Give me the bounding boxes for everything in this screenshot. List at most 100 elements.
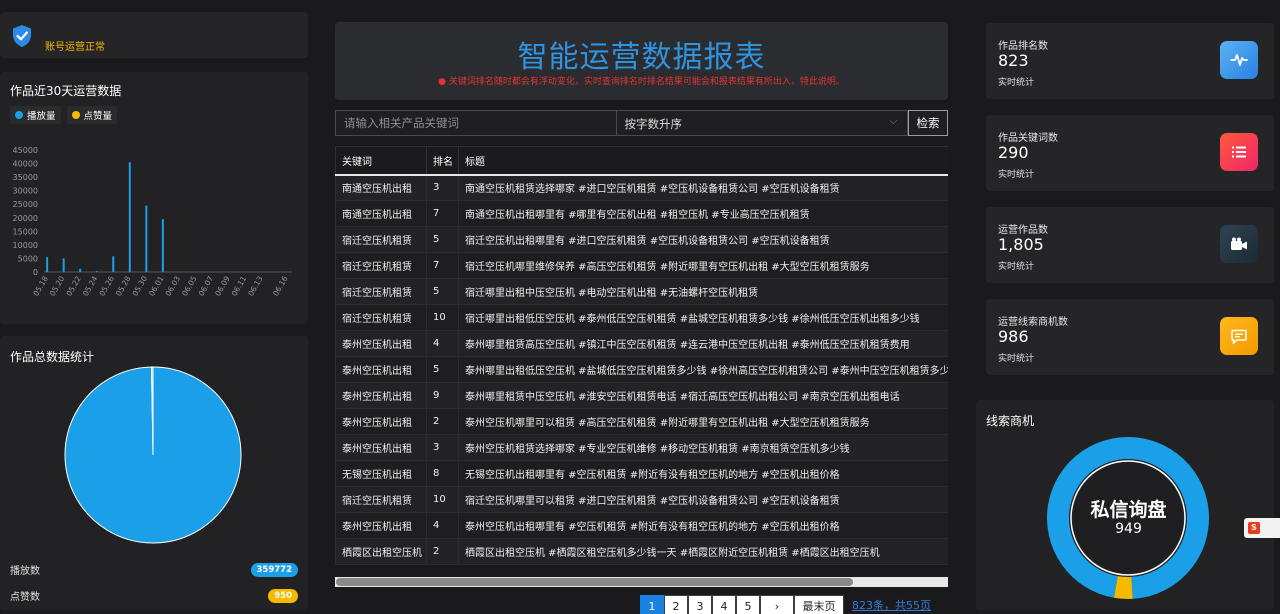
kpi-value: 1,805 — [998, 235, 1044, 254]
cell-rank: 4 — [426, 330, 459, 357]
cell-rank: 4 — [426, 512, 459, 539]
page-button-5[interactable]: 5 — [736, 595, 760, 614]
activity-pulse-icon — [1220, 41, 1258, 79]
sort-select[interactable]: 按字数升序 ⌵ — [616, 110, 909, 136]
chat-bubble-icon — [1220, 317, 1258, 355]
table-row[interactable]: 宿迁空压机租赁 7 宿迁空压机哪里维修保养 #高压空压机租赁 #附近哪里有空压机出租… — [335, 252, 948, 279]
cell-title: 宿迁哪里出租低压空压机 #泰州低压空压机租赁 #盐城空压机租赁多少钱 #徐州低压… — [458, 304, 948, 331]
table-row[interactable]: 泰州空压机出租 3 泰州空压机租赁选择哪家 #专业空压机维修 #移动空压机租赁 #南… — [335, 434, 948, 461]
report-notice: ● 关键词排名随时都会有浮动变化，实时查询排名时排名结果可能会和报表结果有所出入… — [438, 77, 845, 87]
table-row[interactable]: 泰州空压机出租 4 泰州哪里租赁高压空压机 #镇江中压空压机租赁 #连云港中压空压机… — [335, 330, 948, 357]
cell-keyword: 宿迁空压机租赁 — [335, 304, 427, 331]
report-table-container[interactable]: 关键词 排名 标题 南通空压机出租 3 南通空压机租赁选择哪家 #进口空压机租赁 #… — [335, 146, 948, 568]
cell-title: 泰州空压机哪里可以租赁 #高压空压机租赁 #附近哪里有空压机出租 #大型空压机租… — [458, 408, 948, 435]
cell-rank: 3 — [426, 434, 459, 461]
table-row[interactable]: 宿迁空压机租赁 10 宿迁哪里出租低压空压机 #泰州低压空压机租赁 #盐城空压机租赁… — [335, 304, 948, 331]
kpi-card-keywords: 作品关键词数 290 实时统计 — [986, 115, 1274, 191]
bar-play — [95, 271, 98, 272]
x-tick-label: 05.28 — [114, 274, 133, 297]
table-row[interactable]: 无锡空压机出租 8 无锡空压机出租哪里有 #空压机租赁 #附近有没有租空压机的地方 … — [335, 460, 948, 487]
kpi-label: 作品关键词数 — [998, 133, 1058, 144]
sort-select-value: 按字数升序 — [624, 117, 683, 131]
totals-pie-chart — [64, 366, 242, 544]
y-tick-label: 5000 — [18, 254, 38, 263]
page-button-1[interactable]: 1 — [640, 595, 664, 614]
cell-title: 南通空压机出租哪里有 #哪里有空压机出租 #租空压机 #专业高压空压机租赁 — [458, 200, 948, 227]
account-status-text: 账号运营正常 — [45, 42, 105, 53]
x-tick-label: 05.22 — [64, 274, 83, 297]
donut-center-value: 949 — [1115, 521, 1142, 537]
kpi-sub: 实时统计 — [998, 262, 1035, 272]
cell-rank: 5 — [426, 278, 459, 305]
table-row[interactable]: 泰州空压机出租 2 泰州空压机哪里可以租赁 #高压空压机租赁 #附近哪里有空压机出租… — [335, 408, 948, 435]
bar-play — [128, 162, 131, 272]
cell-rank: 2 — [426, 408, 459, 435]
cell-title: 泰州哪里租赁高压空压机 #镇江中压空压机租赁 #连云港中压空压机出租 #泰州低压… — [458, 330, 948, 357]
cell-title: 无锡空压机出租哪里有 #空压机租赁 #附近有没有租空压机的地方 #空压机出租价格 — [458, 460, 948, 487]
page-button-3[interactable]: 3 — [688, 595, 712, 614]
bar-play — [145, 205, 148, 272]
table-row[interactable]: 宿迁空压机租赁 10 宿迁空压机哪里可以租赁 #进口空压机租赁 #空压机设备租赁公司… — [335, 486, 948, 513]
table-row[interactable]: 南通空压机出租 3 南通空压机租赁选择哪家 #进口空压机租赁 #空压机设备租赁公司 … — [335, 174, 948, 201]
kpi-value: 986 — [998, 327, 1029, 346]
column-header-title[interactable]: 标题 — [458, 146, 948, 176]
report-title: 智能运营数据报表 — [517, 40, 766, 75]
cell-title: 南通空压机租赁选择哪家 #进口空压机租赁 #空压机设备租赁公司 #空压机设备租赁 — [458, 174, 948, 201]
cell-title: 宿迁哪里出租中压空压机 #电动空压机出租 #无油螺杆空压机租赁 — [458, 278, 948, 305]
legend-like[interactable]: 点赞量 — [66, 106, 118, 124]
kpi-card-works: 运营作品数 1,805 实时统计 — [986, 207, 1274, 283]
cell-keyword: 宿迁空压机租赁 — [335, 226, 427, 253]
table-row[interactable]: 泰州空压机出租 9 泰州哪里租赁中压空压机 #淮安空压机租赁电话 #宿迁高压空压机出… — [335, 382, 948, 409]
table-row[interactable]: 泰州空压机出租 4 泰州空压机出租哪里有 #空压机租赁 #附近有没有租空压机的地方 … — [335, 512, 948, 539]
kpi-card-leads: 运营线索商机数 986 实时统计 — [986, 299, 1274, 375]
x-tick-label: 05.26 — [97, 274, 116, 297]
cell-rank: 10 — [426, 486, 459, 513]
table-row[interactable]: 宿迁空压机租赁 5 宿迁哪里出租中压空压机 #电动空压机出租 #无油螺杆空压机租赁 — [335, 278, 948, 305]
cell-keyword: 南通空压机出租 — [335, 174, 427, 201]
like-count-row: 点赞数 950 — [10, 588, 298, 603]
x-tick-label: 06.05 — [180, 274, 199, 297]
legend-play-dot — [15, 111, 23, 119]
cell-keyword: 泰州空压机出租 — [335, 434, 427, 461]
cell-keyword: 泰州空压机出租 — [335, 512, 427, 539]
y-tick-label: 40000 — [13, 160, 38, 169]
kpi-value: 290 — [998, 143, 1029, 162]
report-table: 关键词 排名 标题 南通空压机出租 3 南通空压机租赁选择哪家 #进口空压机租赁 #… — [335, 146, 948, 565]
cell-keyword: 泰州空压机出租 — [335, 330, 427, 357]
cell-keyword: 泰州空压机出租 — [335, 382, 427, 409]
bar-play — [79, 268, 82, 272]
table-horizontal-scrollbar[interactable] — [335, 577, 948, 587]
cell-rank: 10 — [426, 304, 459, 331]
kpi-sub: 实时统计 — [998, 354, 1035, 364]
table-row[interactable]: 宿迁空压机租赁 5 宿迁空压机出租哪里有 #进口空压机租赁 #空压机设备租赁公司 #… — [335, 226, 948, 253]
table-row[interactable]: 南通空压机出租 7 南通空压机出租哪里有 #哪里有空压机出租 #租空压机 #专业高压… — [335, 200, 948, 227]
legend-play[interactable]: 播放量 — [10, 106, 61, 124]
kpi-label: 运营作品数 — [998, 225, 1048, 236]
bar-play — [46, 257, 49, 272]
y-tick-label: 25000 — [13, 200, 38, 209]
table-row[interactable]: 泰州空压机出租 5 泰州哪里出租低压空压机 #盐城低压空压机租赁多少钱 #徐州高压空… — [335, 356, 948, 383]
pagination: 1 2 3 4 5 › 最末页 823条，共55页 — [640, 595, 931, 614]
table-row[interactable]: 栖霞区出租空压机 2 栖霞区出租空压机 #栖霞区租空压机多少钱一天 #栖霞区附近空压… — [335, 538, 948, 565]
x-tick-label: 06.11 — [230, 274, 249, 297]
column-header-keyword[interactable]: 关键词 — [335, 146, 427, 176]
cell-title: 泰州空压机出租哪里有 #空压机租赁 #附近有没有租空压机的地方 #空压机出租价格 — [458, 512, 948, 539]
chart-legend: 播放量 点赞量 — [10, 106, 118, 124]
search-button[interactable]: 检索 — [908, 110, 948, 136]
list-icon — [1220, 133, 1258, 171]
page-button-4[interactable]: 4 — [712, 595, 736, 614]
keyword-search-input[interactable] — [335, 110, 617, 136]
pagination-total[interactable]: 823条，共55页 — [852, 595, 931, 614]
scrollbar-thumb[interactable] — [336, 578, 853, 586]
x-tick-label: 06.01 — [147, 274, 166, 297]
floating-badge[interactable]: S — [1244, 518, 1280, 538]
next-page-button[interactable]: › — [760, 595, 794, 614]
cell-title: 泰州哪里出租低压空压机 #盐城低压空压机租赁多少钱 #徐州高压空压机租赁公司 #… — [458, 356, 948, 383]
column-header-rank[interactable]: 排名 — [426, 146, 459, 176]
cell-title: 宿迁空压机哪里维修保养 #高压空压机租赁 #附近哪里有空压机出租 #大型空压机租… — [458, 252, 948, 279]
page-button-2[interactable]: 2 — [664, 595, 688, 614]
last-page-button[interactable]: 最末页 — [794, 595, 844, 614]
trend-chart-panel: 作品近30天运营数据 播放量 点赞量 0 5000 10000 15000 20000 2… — [0, 72, 308, 324]
cell-rank: 3 — [426, 174, 459, 201]
kpi-sub: 实时统计 — [998, 170, 1035, 180]
